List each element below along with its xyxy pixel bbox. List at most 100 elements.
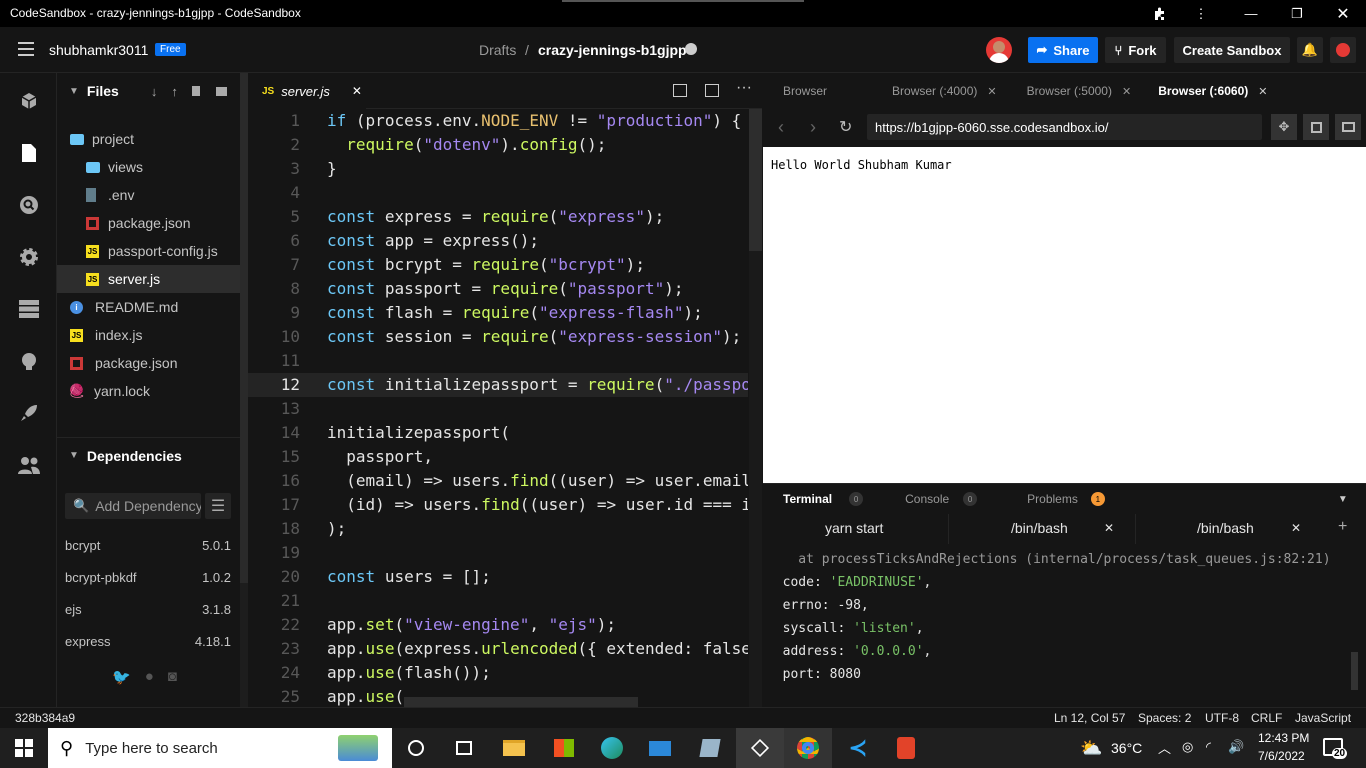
git-tool-icon[interactable]	[882, 728, 930, 768]
more-vertical-icon[interactable]: ⋮	[1178, 0, 1224, 27]
upload-icon[interactable]: ↑	[171, 84, 178, 99]
breadcrumb-drafts[interactable]: Drafts	[479, 42, 516, 58]
code-line[interactable]: 18);	[248, 517, 748, 541]
tree-item-server-js[interactable]: JS server.js	[57, 265, 240, 293]
preview-toggle-icon[interactable]	[705, 84, 719, 97]
dependencies-header[interactable]: ▼ Dependencies	[57, 437, 240, 473]
code-line[interactable]: 20 const users = [];	[248, 565, 748, 589]
github-icon[interactable]	[0, 335, 57, 387]
shell-tab-bash-2[interactable]: /bin/bash	[1197, 520, 1254, 536]
collapse-chevron-icon[interactable]: ▼	[69, 86, 79, 97]
weather-icon[interactable]: ⛅	[1080, 738, 1102, 759]
sidebar-scrollbar[interactable]	[240, 73, 248, 707]
download-icon[interactable]: ↓	[151, 84, 158, 99]
commit-hash[interactable]: 328b384a9	[15, 711, 75, 725]
create-sandbox-button[interactable]: Create Sandbox	[1174, 37, 1290, 63]
line-ending[interactable]: CRLF	[1251, 711, 1282, 725]
share-button[interactable]: ➦ Share	[1028, 37, 1098, 63]
maximize-button[interactable]: ❐	[1274, 0, 1320, 27]
code-line[interactable]: 4	[248, 181, 748, 205]
terminal-output[interactable]: at processTicksAndRejections (internal/p…	[767, 548, 1352, 698]
fork-button[interactable]: ⑂ Fork	[1105, 37, 1166, 63]
tab-server-js[interactable]: JS server.js ✕	[248, 73, 366, 109]
notifications-bell-icon[interactable]: 🔔	[1297, 37, 1323, 63]
code-line[interactable]: 7 const bcrypt = require("bcrypt");	[248, 253, 748, 277]
sandbox-name[interactable]: crazy-jennings-b1gjpp	[538, 42, 687, 58]
cursor-position[interactable]: Ln 12, Col 57	[1054, 711, 1125, 725]
shell-tab-yarn-start[interactable]: yarn start	[825, 520, 883, 536]
menu-icon[interactable]	[18, 42, 34, 56]
devtools-icon[interactable]: ✥	[1271, 114, 1297, 140]
task-view-icon[interactable]	[440, 728, 488, 768]
files-panel-header[interactable]: ▼ Files ↓ ↑	[57, 73, 240, 109]
code-area[interactable]: 1 if (process.env.NODE_ENV != "production…	[248, 109, 748, 707]
split-view-icon[interactable]	[673, 84, 687, 97]
encoding[interactable]: UTF-8	[1205, 711, 1239, 725]
code-line[interactable]: 17 (id) => users.find((user) => user.id …	[248, 493, 748, 517]
chrome-icon[interactable]	[784, 728, 832, 768]
forward-icon[interactable]: ›	[810, 117, 816, 138]
username[interactable]: shubhamkr3011	[49, 42, 148, 58]
new-file-icon[interactable]	[191, 86, 200, 96]
tree-item-readme[interactable]: i README.md	[57, 293, 240, 321]
url-input[interactable]: https://b1gjpp-6060.sse.codesandbox.io/	[867, 114, 1262, 140]
visibility-icon[interactable]	[685, 43, 697, 55]
tab-console[interactable]: Console	[905, 492, 949, 506]
avatar[interactable]	[986, 37, 1012, 63]
edge-icon[interactable]	[588, 728, 636, 768]
close-tab-icon[interactable]: ✕	[987, 85, 996, 98]
file-explorer-icon[interactable]	[490, 728, 538, 768]
layout-icon[interactable]	[1335, 114, 1361, 140]
windows-start-icon[interactable]	[0, 728, 48, 768]
back-icon[interactable]: ‹	[778, 117, 784, 138]
shell-tab-bash[interactable]: /bin/bash	[1011, 520, 1068, 536]
close-tab-icon[interactable]: ✕	[1122, 85, 1131, 98]
app-icon[interactable]	[686, 728, 734, 768]
settings-gear-icon[interactable]	[0, 231, 57, 283]
extensions-icon[interactable]	[1137, 0, 1183, 27]
dependency-list-icon[interactable]: ☰	[205, 493, 231, 519]
mail-icon[interactable]	[636, 728, 684, 768]
deploy-rocket-icon[interactable]	[0, 387, 57, 439]
close-tab-icon[interactable]: ✕	[352, 84, 362, 98]
tree-item-index-js[interactable]: JS index.js	[57, 321, 240, 349]
add-terminal-icon[interactable]: +	[1338, 518, 1347, 536]
editor-scrollbar[interactable]	[749, 109, 762, 707]
wifi-icon[interactable]: ◜	[1206, 739, 1211, 755]
indentation[interactable]: Spaces: 2	[1138, 711, 1191, 725]
camera-icon[interactable]: ◎	[1182, 739, 1193, 755]
code-line[interactable]: 21	[248, 589, 748, 613]
code-line[interactable]: 3}	[248, 157, 748, 181]
dependency-item[interactable]: bcrypt 5.0.1	[65, 529, 231, 561]
server-icon[interactable]	[0, 283, 57, 335]
close-button[interactable]: ✕	[1320, 0, 1366, 27]
add-dependency-input[interactable]: 🔍 Add Dependency	[65, 493, 201, 519]
live-users-icon[interactable]	[0, 439, 57, 491]
code-line[interactable]: 2 require("dotenv").config();	[248, 133, 748, 157]
github-icon[interactable]: ●	[145, 668, 154, 686]
tab-browser[interactable]: Browser	[783, 84, 827, 98]
tab-problems[interactable]: Problems	[1027, 492, 1078, 506]
tree-item-views[interactable]: views	[57, 153, 240, 181]
files-icon[interactable]	[0, 127, 57, 179]
code-line[interactable]: 14 initializepassport(	[248, 421, 748, 445]
open-new-window-icon[interactable]	[1303, 114, 1329, 140]
browser-viewport[interactable]: Hello World Shubham Kumar	[763, 147, 1366, 483]
dependency-item[interactable]: express 4.18.1	[65, 625, 231, 657]
tree-item-package-json-views[interactable]: package.json	[57, 209, 240, 237]
editor-h-scrollbar[interactable]	[404, 697, 638, 707]
search-icon[interactable]	[0, 179, 57, 231]
taskbar-search-box[interactable]: ⚲ Type here to search	[48, 728, 392, 768]
code-line[interactable]: 24 app.use(flash());	[248, 661, 748, 685]
code-line[interactable]: 22 app.set("view-engine", "ejs");	[248, 613, 748, 637]
tree-item-project[interactable]: project	[57, 125, 240, 153]
code-line[interactable]: 15 passport,	[248, 445, 748, 469]
microsoft-store-icon[interactable]	[540, 728, 588, 768]
code-line[interactable]: 12 const initializepassport = require("./…	[248, 373, 748, 397]
collapse-chevron-icon[interactable]: ▼	[69, 450, 79, 461]
tree-item-env[interactable]: .env	[57, 181, 240, 209]
tree-item-passport-config[interactable]: JS passport-config.js	[57, 237, 240, 265]
code-line[interactable]: 5 const express = require("express");	[248, 205, 748, 229]
refresh-icon[interactable]: ↻	[839, 117, 852, 137]
cube-icon[interactable]	[0, 75, 57, 127]
